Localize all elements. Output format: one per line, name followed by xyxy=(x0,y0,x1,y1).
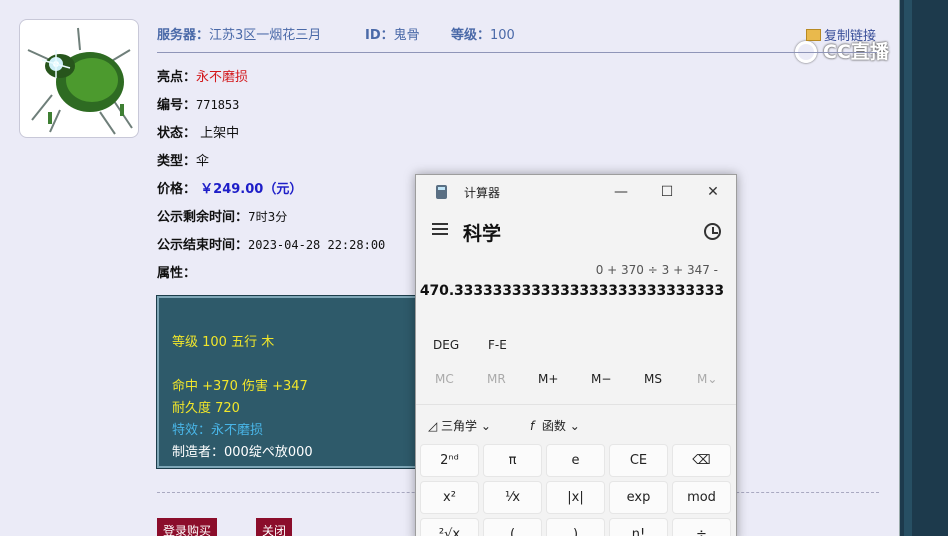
deg-button[interactable]: DEG xyxy=(433,338,459,352)
factorial-key[interactable]: n! xyxy=(609,518,668,536)
m-minus-button[interactable]: M− xyxy=(591,372,611,386)
attr-effect: 特效：永不磨损 xyxy=(172,423,264,438)
level-info: 等级：100 xyxy=(451,28,515,43)
attr-level: 等级 100 五行 木 xyxy=(172,335,275,350)
ms-button[interactable]: MS xyxy=(644,372,662,386)
m-plus-button[interactable]: M+ xyxy=(538,372,558,386)
e-key[interactable]: e xyxy=(546,444,605,477)
divide-key[interactable]: ÷ xyxy=(672,518,731,536)
item-thumbnail xyxy=(19,19,139,138)
abs-key[interactable]: |x| xyxy=(546,481,605,514)
end-time-value: 2023-04-28 22:28:00 xyxy=(248,238,386,252)
end-time-row: 公示结束时间：2023-04-28 22:28:00 xyxy=(157,238,386,253)
buy-button[interactable]: 登录购买 xyxy=(157,518,218,536)
price-value: ￥249.00（元） xyxy=(200,182,303,197)
result-display: 470.3333333333333333333333333333 xyxy=(419,283,724,299)
id-info: ID：鬼骨 xyxy=(365,28,420,43)
right-frame xyxy=(888,0,948,536)
expression-display: 0 + 370 ÷ 3 + 347 - xyxy=(595,263,718,277)
calculator-icon xyxy=(436,185,447,199)
price-row: 价格： ￥249.00（元） xyxy=(157,182,303,197)
copy-link[interactable]: 复制链接 xyxy=(806,25,876,44)
frame-stripe xyxy=(904,0,912,536)
server-value: 江苏3区一烟花三月 xyxy=(209,28,322,43)
exp-key[interactable]: exp xyxy=(609,481,668,514)
level-value: 100 xyxy=(490,28,515,43)
history-icon[interactable] xyxy=(704,223,721,240)
maximize-button[interactable]: ☐ xyxy=(652,180,682,204)
folder-icon xyxy=(806,29,821,41)
backspace-key[interactable]: ⌫ xyxy=(672,444,731,477)
close-button[interactable]: 关闭 xyxy=(256,518,293,536)
square-key[interactable]: x² xyxy=(420,481,479,514)
second-key[interactable]: 2ⁿᵈ xyxy=(420,444,479,477)
reciprocal-key[interactable]: ¹⁄x xyxy=(483,481,542,514)
item-image-icon xyxy=(27,27,133,135)
attributes-box: 等级 100 五行 木 命中 +370 伤害 +347 耐久度 720 特效：永… xyxy=(156,295,420,469)
attr-maker: 制造者：000绽ぺ放000 xyxy=(172,445,313,460)
sqrt-key[interactable]: ²√x xyxy=(420,518,479,536)
status-value: 上架中 xyxy=(200,126,240,141)
mod-key[interactable]: mod xyxy=(672,481,731,514)
trig-dropdown[interactable]: ◿ 三角学 ⌄ xyxy=(428,417,491,434)
fe-button[interactable]: F-E xyxy=(488,338,507,352)
window-title: 计算器 xyxy=(464,186,501,200)
highlight-row: 亮点：永不磨损 xyxy=(157,70,249,85)
minimize-button[interactable]: — xyxy=(606,180,636,204)
scrollbar-edge[interactable] xyxy=(888,0,900,536)
close-window-button[interactable]: ✕ xyxy=(698,180,728,204)
pi-key[interactable]: π xyxy=(483,444,542,477)
attributes-row: 属性： xyxy=(157,266,197,281)
server-info: 服务器：江苏3区一烟花三月 xyxy=(157,28,322,43)
mc-button[interactable]: MC xyxy=(435,372,454,386)
header-divider xyxy=(157,52,877,53)
close-paren-key[interactable]: ) xyxy=(546,518,605,536)
hamburger-menu-icon[interactable] xyxy=(432,223,448,235)
attr-stats: 命中 +370 伤害 +347 xyxy=(172,379,308,394)
number-value: 771853 xyxy=(196,98,240,112)
calculator-mode: 科学 xyxy=(463,223,502,245)
calculator-window[interactable]: 计算器 — ☐ ✕ 科学 0 + 370 ÷ 3 + 347 - 470.333… xyxy=(415,174,737,536)
remaining-value: 7时3分 xyxy=(248,210,288,224)
type-row: 类型：伞 xyxy=(157,154,210,169)
remaining-row: 公示剩余时间：7时3分 xyxy=(157,210,288,225)
memory-list-button[interactable]: M⌄ xyxy=(697,372,717,386)
ce-key[interactable]: CE xyxy=(609,444,668,477)
function-bar: ◿ 三角学 ⌄ f 函数 ⌄ xyxy=(416,404,736,444)
number-row: 编号：771853 xyxy=(157,98,240,113)
open-paren-key[interactable]: ( xyxy=(483,518,542,536)
mr-button[interactable]: MR xyxy=(487,372,506,386)
highlight-value: 永不磨损 xyxy=(196,70,249,85)
id-value: 鬼骨 xyxy=(393,28,420,43)
function-dropdown[interactable]: f 函数 ⌄ xyxy=(530,417,580,434)
status-row: 状态： 上架中 xyxy=(157,126,240,141)
type-value: 伞 xyxy=(196,154,210,169)
attr-durability: 耐久度 720 xyxy=(172,401,240,416)
